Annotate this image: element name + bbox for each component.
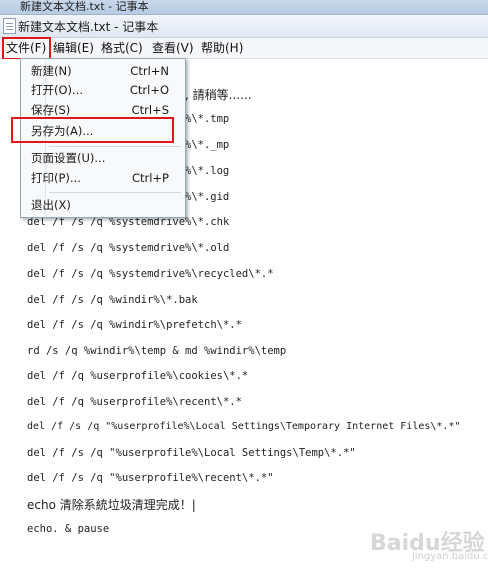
editor-line: %\*.log: [185, 165, 230, 177]
editor-line: del /f /q %userprofile%\recent\*.*: [27, 396, 242, 408]
menu-edit[interactable]: 编辑(E): [53, 40, 94, 56]
menu-help[interactable]: 帮助(H): [201, 40, 243, 56]
editor-line: rd /s /q %windir%\temp & md %windir%\tem…: [27, 345, 287, 357]
menu-item-label: 页面设置(U)...: [31, 151, 106, 165]
editor-line: del /f /s /q "%userprofile%\Local Settin…: [27, 447, 356, 459]
menu-item-exit[interactable]: 退出(X): [29, 196, 179, 214]
menu-item-label: 新建(N): [31, 64, 72, 78]
menu-item-label: 另存为(A)...: [31, 124, 94, 138]
background-window-titlebar: 新建文本文档.txt - 记事本: [0, 0, 488, 15]
editor-line: del /f /s /q %windir%\*.bak: [27, 294, 198, 306]
menu-item-shortcut: Ctrl+N: [130, 64, 169, 78]
menu-item-page-setup[interactable]: 页面设置(U)...: [29, 149, 179, 167]
editor-line: , 請稍等......: [185, 88, 252, 102]
editor-line: del /f /s /q %windir%\prefetch\*.*: [27, 319, 242, 331]
window-title: 新建文本文档.txt - 记事本: [18, 20, 159, 34]
baidu-watermark-url: jingyan.baidu.com: [412, 551, 488, 562]
menu-item-save-as[interactable]: 另存为(A)...: [29, 122, 179, 140]
menu-format[interactable]: 格式(C): [101, 40, 143, 56]
menu-item-label: 打印(P)...: [31, 171, 81, 185]
menu-separator: [49, 192, 181, 193]
menu-item-label: 保存(S): [31, 103, 71, 117]
editor-line: del /f /s /q "%userprofile%\Local Settin…: [27, 421, 461, 432]
editor-line: %\*.gid: [185, 191, 230, 203]
notepad-document-icon: [3, 18, 16, 34]
menu-separator: [49, 146, 181, 147]
editor-line: echo. & pause: [27, 523, 110, 535]
menu-item-shortcut: Ctrl+P: [131, 171, 169, 185]
menu-item-open[interactable]: 打开(O)... Ctrl+O: [29, 81, 179, 99]
menu-file[interactable]: 文件(F): [6, 40, 46, 56]
menu-item-print[interactable]: 打印(P)... Ctrl+P: [29, 169, 179, 187]
editor-line: del /f /q %userprofile%\cookies\*.*: [27, 370, 249, 382]
editor-line: %\*.tmp: [185, 113, 230, 125]
window-titlebar[interactable]: 新建文本文档.txt - 记事本: [0, 15, 488, 38]
menu-item-label: 打开(O)...: [31, 83, 83, 97]
menu-item-new[interactable]: 新建(N) Ctrl+N: [29, 62, 179, 80]
menu-item-label: 退出(X): [31, 198, 71, 212]
menubar: 文件(F) 编辑(E) 格式(C) 查看(V) 帮助(H): [0, 38, 488, 59]
editor-line: del /f /s /q %systemdrive%\*.old: [27, 242, 230, 254]
editor-line: echo 清除系統垃圾清理完成！|: [27, 498, 196, 512]
background-window-title: 新建文本文档.txt - 记事本: [20, 0, 149, 13]
menu-item-save[interactable]: 保存(S) Ctrl+S: [29, 101, 179, 119]
menu-view[interactable]: 查看(V): [152, 40, 194, 56]
file-menu-dropdown: 新建(N) Ctrl+N 打开(O)... Ctrl+O 保存(S) Ctrl+…: [20, 58, 186, 218]
editor-line: del /f /s /q "%userprofile%\recent\*.*": [27, 472, 274, 484]
editor-line: del /f /s /q %systemdrive%\recycled\*.*: [27, 268, 274, 280]
editor-line: %\*._mp: [185, 139, 230, 151]
menu-item-shortcut: Ctrl+S: [131, 103, 169, 117]
menu-item-shortcut: Ctrl+O: [129, 83, 169, 97]
